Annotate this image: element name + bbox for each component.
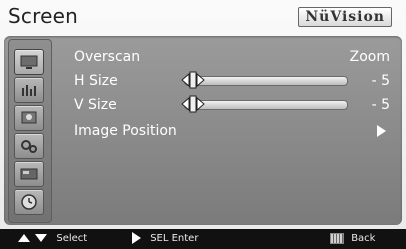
sidebar-item-input[interactable] (14, 161, 44, 187)
h-size-slider[interactable] (181, 71, 348, 89)
h-size-label: H Size (74, 73, 118, 89)
menu-item-h-size[interactable]: H Size - 5 (74, 70, 390, 92)
page-title: Screen (8, 4, 78, 28)
v-size-value: - 5 (371, 97, 390, 113)
sidebar-item-picture[interactable] (14, 105, 44, 131)
enter-hint: SEL Enter (132, 229, 198, 249)
input-source-icon (20, 168, 38, 180)
enter-hint-label: SEL Enter (150, 233, 199, 244)
back-hint-label: Back (351, 233, 376, 244)
menu-back-icon (330, 232, 344, 244)
sidebar-item-screen[interactable] (14, 49, 44, 75)
arrow-up-icon (18, 234, 30, 242)
play-arrow-icon (132, 232, 141, 244)
menu-item-image-position[interactable]: Image Position (74, 120, 390, 142)
brand-logo: NüVision (298, 7, 392, 27)
h-size-value: - 5 (371, 73, 390, 89)
v-size-label: V Size (74, 97, 117, 113)
v-size-slider[interactable] (181, 95, 348, 113)
picture-adjust-icon (21, 111, 37, 124)
menu-item-overscan[interactable]: Overscan Zoom (74, 46, 390, 68)
menu-item-v-size[interactable]: V Size - 5 (74, 94, 390, 116)
h-size-slider-thumb[interactable] (181, 71, 205, 89)
overscan-value: Zoom (349, 49, 390, 65)
sidebar-item-audio[interactable] (14, 77, 44, 103)
image-position-label: Image Position (74, 123, 177, 139)
v-size-slider-thumb[interactable] (181, 95, 205, 113)
equalizer-icon (22, 85, 36, 96)
select-hint: Select (18, 229, 87, 249)
arrow-down-icon (35, 234, 48, 242)
osd-window: Screen NüVision Overscan Zoom H Size - 5… (0, 0, 406, 249)
monitor-icon (20, 55, 38, 69)
overscan-label: Overscan (74, 49, 141, 65)
select-hint-label: Select (56, 233, 88, 244)
sidebar-item-setup[interactable] (14, 133, 44, 159)
sidebar-item-timer[interactable] (14, 189, 44, 215)
settings-gears-icon (21, 140, 37, 153)
clock-icon (21, 194, 37, 210)
sidebar (8, 39, 52, 223)
footer-hint-bar: Select SEL Enter Back (0, 229, 406, 249)
back-hint: Back (330, 229, 375, 249)
chevron-right-icon (377, 125, 386, 137)
